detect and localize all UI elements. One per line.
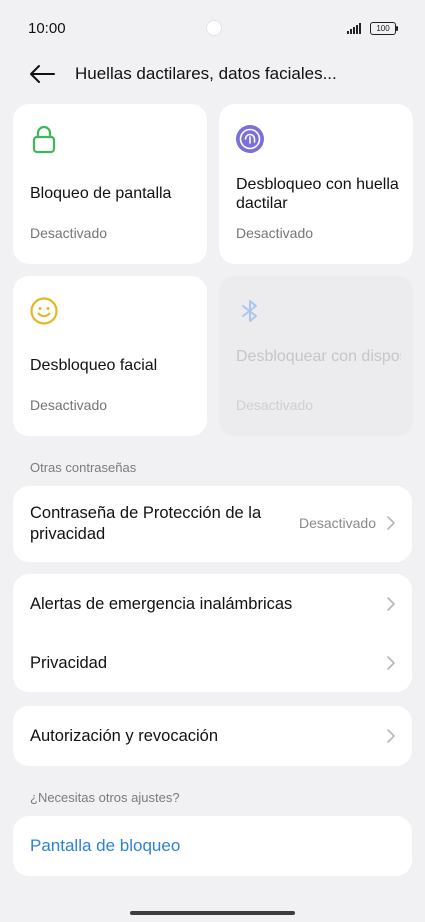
- row-label: Autorización y revocación: [30, 727, 219, 745]
- chevron-right-icon: [387, 729, 395, 743]
- section-label-other-passwords: Otras contraseñas: [30, 460, 137, 475]
- row-privacy-password[interactable]: Contraseña de Protección de la privacida…: [13, 486, 412, 562]
- face-icon: [30, 297, 58, 325]
- battery-icon: 100: [370, 22, 398, 35]
- fingerprint-icon: [236, 125, 264, 153]
- chevron-right-icon: [387, 597, 395, 611]
- tile-title: Desbloquear con dispositivo Bl...: [236, 348, 401, 365]
- row-label: Contraseña de Protección de la privacida…: [30, 504, 262, 543]
- back-arrow-icon[interactable]: [28, 64, 56, 84]
- tile-title: Desbloqueo con huella dactilar: [236, 176, 399, 212]
- row-emergency-alerts[interactable]: Alertas de emergencia inalámbricas: [13, 574, 412, 633]
- tile-status: Desactivado: [30, 225, 108, 241]
- status-bar: 10:00 100: [0, 0, 425, 56]
- tile-status: Desactivado: [236, 397, 314, 413]
- row-privacy[interactable]: Privacidad: [13, 633, 412, 692]
- chevron-right-icon: [387, 656, 395, 670]
- status-time: 10:00: [28, 20, 66, 37]
- tile-title: Bloqueo de pantalla: [30, 185, 172, 202]
- tile-status: Desactivado: [236, 225, 314, 241]
- signal-icon: [347, 23, 361, 34]
- row-value: Desactivado: [298, 515, 376, 531]
- row-label: Alertas de emergencia inalámbricas: [30, 595, 293, 613]
- chevron-right-icon: [387, 516, 395, 530]
- card-lock-screen-link: Pantalla de bloqueo: [13, 816, 412, 876]
- tile-status: Desactivado: [30, 397, 108, 413]
- link-lock-screen[interactable]: Pantalla de bloqueo: [13, 816, 412, 876]
- lock-icon: [32, 125, 56, 154]
- bluetooth-icon: [242, 300, 257, 322]
- tile-bluetooth-unlock: Desbloquear con dispositivo Bl... Desact…: [219, 276, 413, 436]
- card-authorization: Autorización y revocación: [13, 706, 412, 766]
- row-label: Privacidad: [30, 654, 108, 672]
- card-privacy-password: Contraseña de Protección de la privacida…: [13, 486, 412, 562]
- tile-face-unlock[interactable]: Desbloqueo facial Desactivado: [13, 276, 207, 436]
- tile-fingerprint-unlock[interactable]: Desbloqueo con huella dactilar Desactiva…: [219, 104, 413, 264]
- tile-title: Desbloqueo facial: [30, 357, 158, 374]
- header: Huellas dactilares, datos faciales...: [0, 56, 425, 92]
- link-label: Pantalla de bloqueo: [30, 836, 181, 855]
- home-indicator[interactable]: [130, 911, 295, 915]
- camera-cutout: [206, 20, 222, 36]
- tile-screen-lock[interactable]: Bloqueo de pantalla Desactivado: [13, 104, 207, 264]
- card-alerts-privacy: Alertas de emergencia inalámbricas Priva…: [13, 574, 412, 692]
- page-title: Huellas dactilares, datos faciales...: [75, 64, 337, 83]
- row-authorization[interactable]: Autorización y revocación: [13, 706, 412, 766]
- section-label-need-other-settings: ¿Necesitas otros ajustes?: [30, 790, 180, 805]
